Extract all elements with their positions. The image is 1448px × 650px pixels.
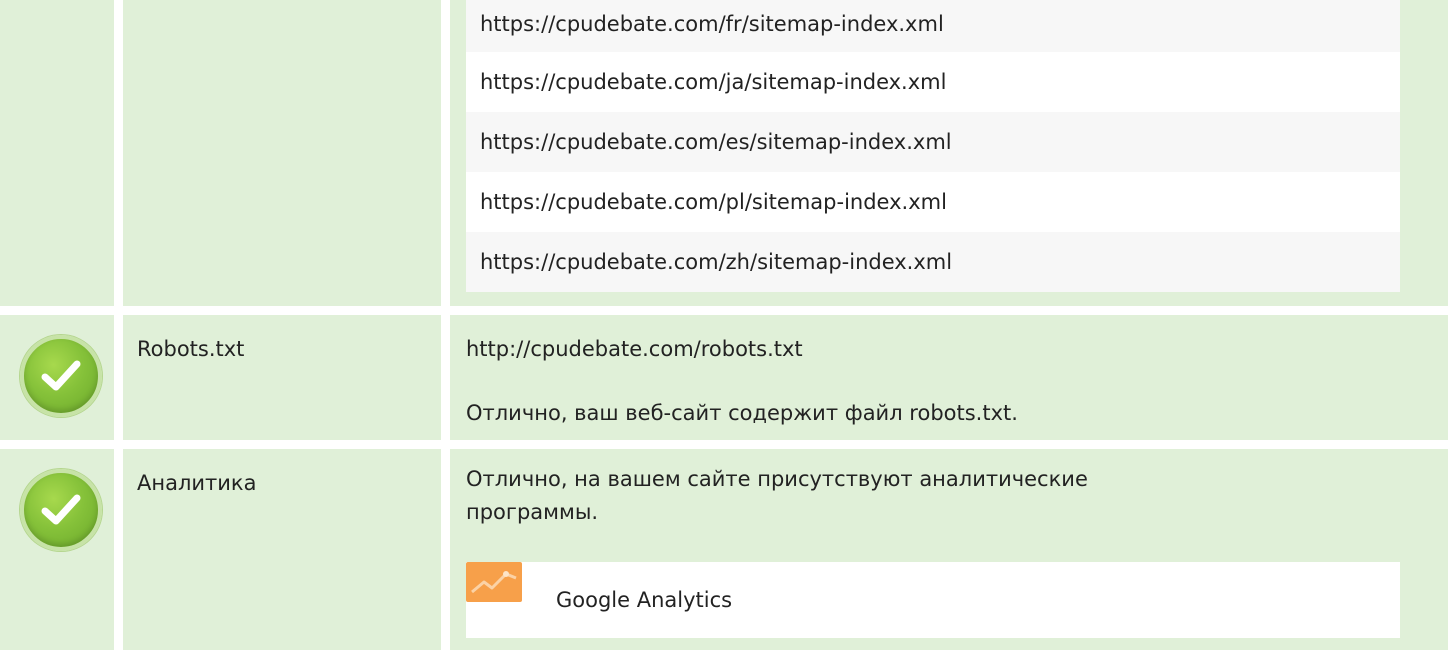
google-analytics-label: Google Analytics <box>556 588 733 612</box>
analytics-message-line1: Отлично, на вашем сайте присутствуют ана… <box>466 467 1088 491</box>
seo-audit-table: https://cpudebate.com/fr/sitemap-index.x… <box>0 0 1448 650</box>
sitemap-url-item[interactable]: https://cpudebate.com/fr/sitemap-index.x… <box>466 0 1400 52</box>
sitemaps-value-cell: https://cpudebate.com/fr/sitemap-index.x… <box>450 0 1448 306</box>
analytics-label-cell: Аналитика <box>123 449 441 650</box>
analytics-message-line2: программы. <box>466 500 599 524</box>
robots-label-cell: Robots.txt <box>123 315 441 440</box>
sitemaps-icon-cell <box>0 0 114 306</box>
check-icon <box>20 335 102 417</box>
check-icon <box>20 469 102 551</box>
sitemaps-label-cell <box>123 0 441 306</box>
analytics-icon-cell <box>0 449 114 650</box>
robots-url[interactable]: http://cpudebate.com/robots.txt <box>466 333 803 366</box>
sitemaps-row: https://cpudebate.com/fr/sitemap-index.x… <box>0 0 1448 306</box>
sitemap-url-item[interactable]: https://cpudebate.com/pl/sitemap-index.x… <box>466 172 1400 232</box>
robots-icon-cell <box>0 315 114 440</box>
robots-value-cell: http://cpudebate.com/robots.txt Отлично,… <box>450 315 1448 440</box>
analytics-label: Аналитика <box>137 471 257 495</box>
analytics-tool-item: Google Analytics <box>466 562 1400 638</box>
analytics-value-cell: Отлично, на вашем сайте присутствуют ана… <box>450 449 1448 650</box>
sitemap-url-item[interactable]: https://cpudebate.com/ja/sitemap-index.x… <box>466 52 1400 112</box>
sitemap-url-item[interactable]: https://cpudebate.com/es/sitemap-index.x… <box>466 112 1400 172</box>
sitemap-url-item[interactable]: https://cpudebate.com/zh/sitemap-index.x… <box>466 232 1400 292</box>
robots-message: Отлично, ваш веб-сайт содержит файл robo… <box>466 401 1018 425</box>
sitemap-list: https://cpudebate.com/fr/sitemap-index.x… <box>466 0 1400 292</box>
analytics-row: Аналитика Отлично, на вашем сайте присут… <box>0 449 1448 650</box>
robots-label: Robots.txt <box>137 337 245 361</box>
google-analytics-icon <box>466 562 522 602</box>
robots-row: Robots.txt http://cpudebate.com/robots.t… <box>0 315 1448 440</box>
